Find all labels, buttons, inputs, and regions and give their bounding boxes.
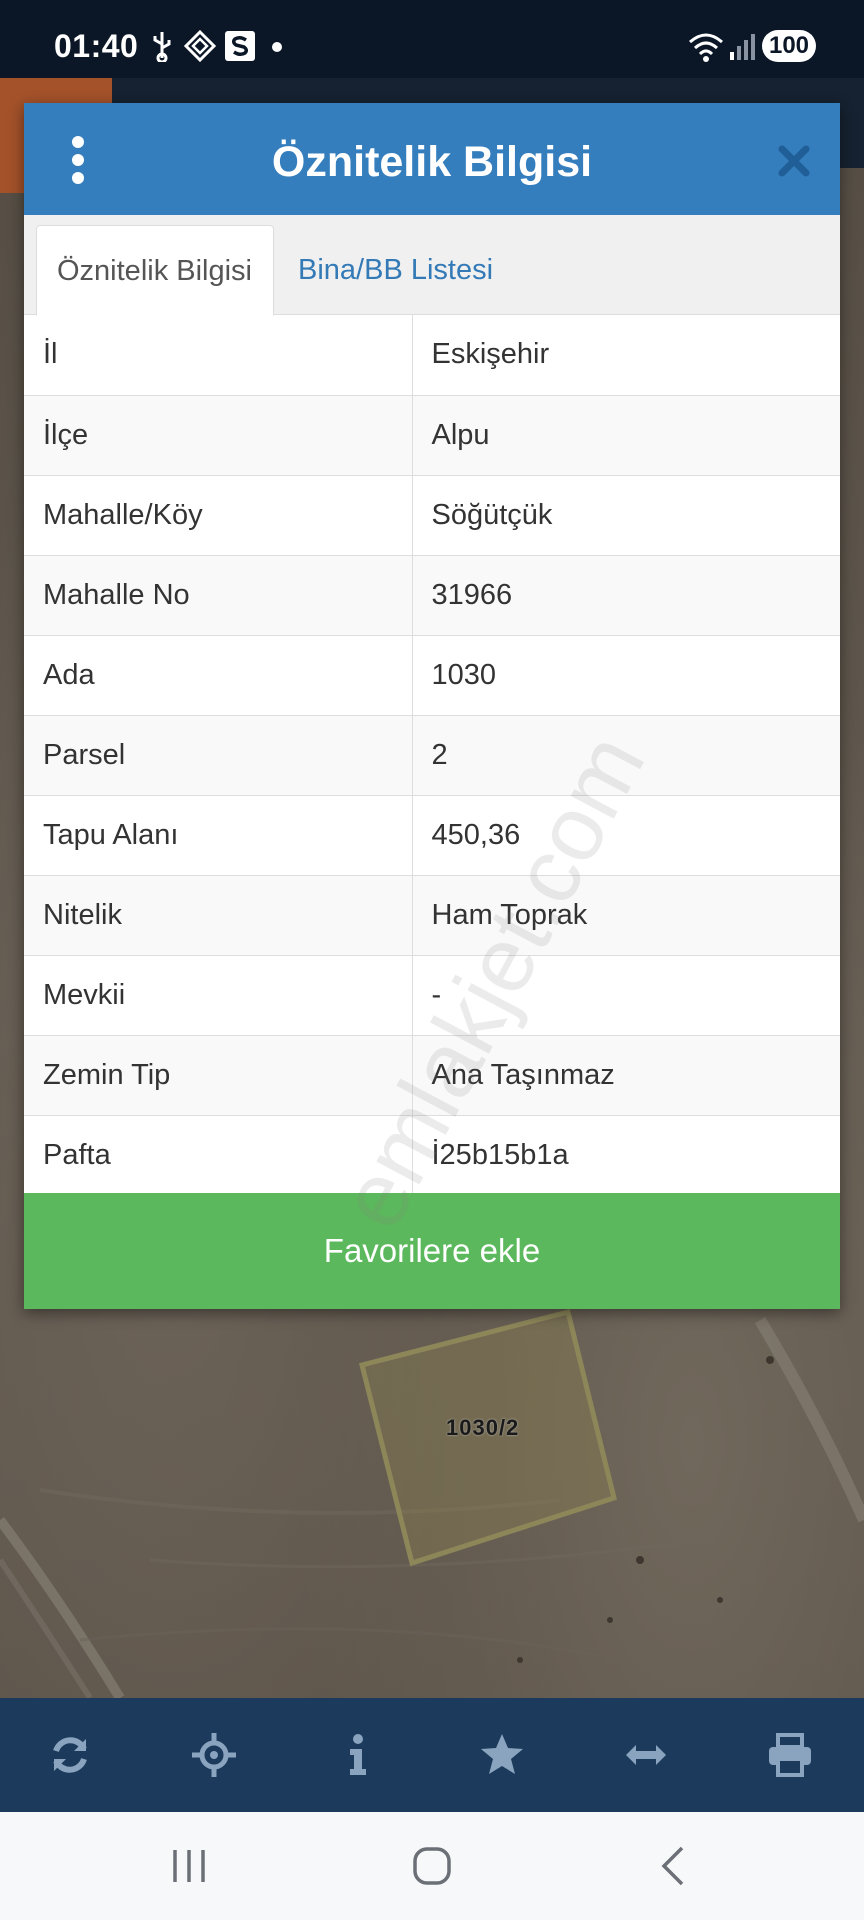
table-row: Mahalle No 31966 [24,555,840,636]
table-row: Mevkii - [24,955,840,1036]
dialog-tabs: Öznitelik Bilgisi Bina/BB Listesi [24,215,840,316]
wifi-icon [689,33,723,62]
attribute-key: Mevkii [24,955,413,1036]
map-toolbar [0,1698,864,1812]
attribute-key: Parsel [24,715,413,796]
sync-diamond-icon [184,30,216,62]
home-icon[interactable] [408,1842,456,1890]
refresh-icon[interactable] [46,1731,94,1779]
table-row: Tapu Alanı 450,36 [24,795,840,876]
more-options-icon[interactable] [68,136,88,184]
attribute-key: Nitelik [24,875,413,956]
signal-icon [730,34,755,60]
status-time: 01:40 [54,28,139,64]
add-to-favorites-button[interactable]: Favorilere ekle [24,1193,840,1309]
attribute-key: Mahalle/Köy [24,475,413,556]
attribute-value: Alpu [412,395,840,476]
attribute-key: İl [24,315,413,396]
print-icon[interactable] [766,1731,814,1779]
info-icon[interactable] [334,1731,382,1779]
attribute-value: İ25b15b1a [412,1115,840,1196]
attribute-key: Tapu Alanı [24,795,413,876]
table-row: Nitelik Ham Toprak [24,875,840,956]
attribute-value: 2 [412,715,840,796]
close-icon[interactable] [776,143,812,179]
parcel-label: 1030/2 [446,1415,520,1440]
table-row: Pafta İ25b15b1a [24,1115,840,1196]
attribute-info-dialog: Öznitelik Bilgisi Öznitelik Bilgisi Bina… [24,103,840,1309]
attribute-key: Pafta [24,1115,413,1196]
attribute-key: Mahalle No [24,555,413,636]
back-icon[interactable] [650,1842,698,1890]
table-row: Parsel 2 [24,715,840,796]
attribute-value: Ham Toprak [412,875,840,956]
table-row: İl Eskişehir [24,315,840,396]
attribute-key: Ada [24,635,413,716]
status-bar: 01:40 100 [0,0,864,78]
attribute-key: İlçe [24,395,413,476]
attribute-value: 31966 [412,555,840,636]
attribute-value: 450,36 [412,795,840,876]
table-row: Zemin Tip Ana Taşınmaz [24,1035,840,1116]
recent-apps-icon[interactable] [165,1842,213,1890]
s-app-icon [225,31,255,61]
arrows-horizontal-icon[interactable] [622,1731,670,1779]
usb-icon [153,32,171,62]
attribute-value: - [412,955,840,1036]
table-row: İlçe Alpu [24,395,840,476]
attribute-value: Söğütçük [412,475,840,556]
attribute-key: Zemin Tip [24,1035,413,1116]
star-icon[interactable] [478,1731,526,1779]
attribute-value: Eskişehir [412,315,840,396]
tab-attribute-info[interactable]: Öznitelik Bilgisi [36,225,274,316]
attribute-value: 1030 [412,635,840,716]
battery-indicator: 100 [762,30,816,62]
dialog-title: Öznitelik Bilgisi [271,138,593,186]
dialog-header: Öznitelik Bilgisi [24,103,840,215]
attribute-table: İl Eskişehir İlçe Alpu Mahalle/Köy Söğütçük Ma… [24,315,840,1196]
crosshair-icon[interactable] [190,1731,238,1779]
notification-dot-icon [272,42,282,52]
system-nav-bar [0,1812,864,1920]
attribute-value: Ana Taşınmaz [412,1035,840,1116]
table-row: Mahalle/Köy Söğütçük [24,475,840,556]
table-row: Ada 1030 [24,635,840,716]
tab-building-list[interactable]: Bina/BB Listesi [278,225,513,316]
